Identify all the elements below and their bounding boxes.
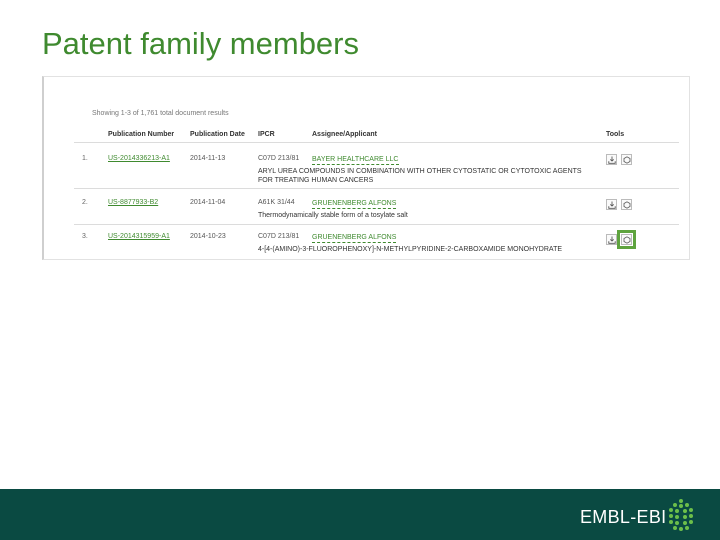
ipcr-code: A61K 31/44: [258, 199, 295, 206]
patent-results-screenshot: Showing 1-3 of 1,761 total document resu…: [42, 76, 690, 260]
chemical-structure-icon[interactable]: [621, 199, 632, 210]
download-icon[interactable]: [606, 234, 617, 245]
header-divider: [74, 142, 679, 143]
row-index: 3.: [82, 233, 88, 240]
ipcr-code: C07D 213/81: [258, 155, 300, 162]
row-index: 1.: [82, 155, 88, 162]
row-divider: [74, 188, 679, 189]
row-index: 2.: [82, 199, 88, 206]
column-header-publication-number[interactable]: Publication Number: [108, 131, 174, 138]
results-count-text: Showing 1-3 of 1,761 total document resu…: [92, 110, 229, 117]
ipcr-code: C07D 213/81: [258, 233, 300, 240]
download-icon[interactable]: [606, 199, 617, 210]
publication-number-link[interactable]: US-2014315959-A1: [108, 233, 170, 240]
chemical-structure-icon[interactable]: [621, 154, 632, 165]
document-title: Thermodynamically stable form of a tosyl…: [258, 212, 408, 219]
publication-date: 2014-11-04: [190, 199, 226, 206]
assignee-link[interactable]: BAYER HEALTHCARE LLC: [312, 155, 399, 165]
publication-number-link[interactable]: US-2014336213-A1: [108, 155, 170, 162]
brand-logo-text: EMBL-EBI: [580, 507, 667, 527]
column-header-tools: Tools: [606, 131, 625, 138]
assignee-link[interactable]: GRUENENBERG ALFONS: [312, 233, 397, 243]
column-header-ipcr[interactable]: IPCR: [258, 131, 275, 138]
column-header-publication-date[interactable]: Publication Date: [190, 131, 245, 138]
document-title: ARYL UREA COMPOUNDS IN COMBINATION WITH …: [258, 168, 582, 184]
highlight-box: [617, 230, 636, 249]
download-icon[interactable]: [606, 154, 617, 165]
slide-title: Patent family members: [42, 26, 359, 61]
embl-ebi-logo-icon: [669, 499, 693, 531]
publication-date: 2014-10-23: [190, 233, 226, 240]
assignee-link[interactable]: GRUENENBERG ALFONS: [312, 199, 397, 209]
document-title: 4-[4-(AMINO)-3-FLUOROPHENOXY]-N-METHYLPY…: [258, 246, 563, 253]
publication-number-link[interactable]: US-8877933-B2: [108, 199, 158, 206]
publication-date: 2014-11-13: [190, 155, 226, 162]
column-header-assignee[interactable]: Assignee/Applicant: [312, 131, 377, 138]
row-divider: [74, 224, 679, 225]
